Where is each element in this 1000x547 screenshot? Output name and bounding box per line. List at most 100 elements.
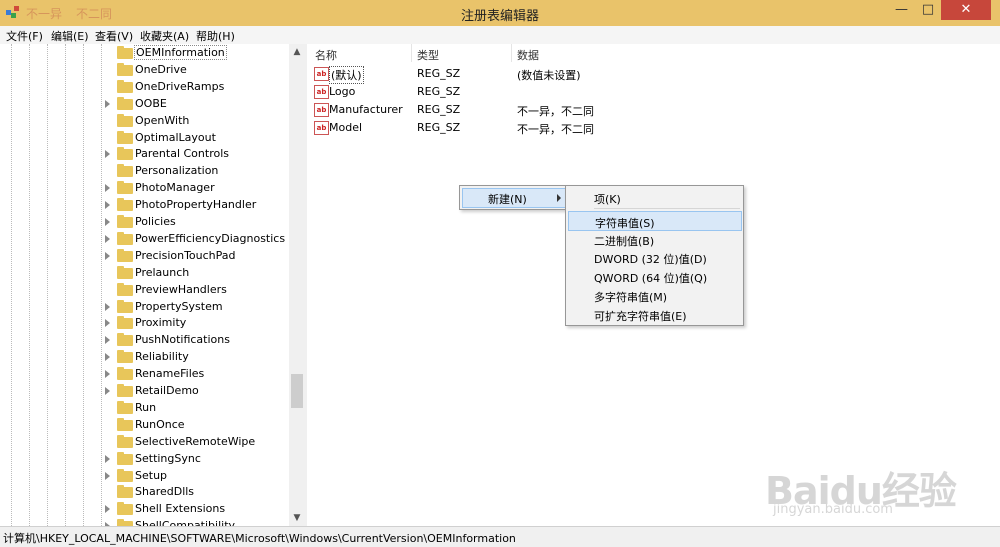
tree-item[interactable]: RenameFiles (105, 366, 289, 383)
expand-arrow-icon[interactable] (105, 370, 110, 379)
registry-tree[interactable]: OEMInformation OneDrive OneDriveRamps OOBE O… (0, 44, 290, 526)
tree-item-label: OOBE (135, 96, 167, 110)
expand-arrow-icon[interactable] (105, 218, 110, 226)
tree-item[interactable]: Prelaunch (105, 265, 289, 282)
tree-item[interactable]: OneDrive (105, 62, 289, 79)
expand-arrow-icon[interactable] (105, 99, 110, 108)
tree-item[interactable]: RunOnce (105, 417, 289, 434)
column-separator[interactable] (511, 44, 512, 62)
tree-item[interactable]: Personalization (105, 163, 289, 180)
expand-arrow-icon[interactable] (105, 387, 110, 395)
value-row[interactable]: ab Model REG_SZ 不一异，不二同 (307, 119, 1000, 136)
expand-arrow-icon[interactable] (105, 353, 110, 362)
tree-item[interactable]: PrecisionTouchPad (105, 248, 289, 265)
submenu-item[interactable]: 字符串值(S) (568, 211, 742, 231)
tree-scrollbar[interactable]: ▲ ▼ (289, 44, 305, 526)
folder-icon (117, 400, 133, 414)
tree-item[interactable]: PhotoManager (105, 180, 289, 197)
value-row[interactable]: ab Manufacturer REG_SZ 不一异，不二同 (307, 101, 1000, 118)
expand-arrow-icon[interactable] (105, 201, 110, 210)
expand-arrow-icon[interactable] (105, 302, 110, 311)
tree-item[interactable]: SelectiveRemoteWipe (105, 434, 289, 451)
submenu-item[interactable]: 可扩充字符串值(E) (568, 305, 740, 323)
tree-item[interactable]: OOBE (105, 96, 289, 113)
folder-icon (117, 333, 133, 347)
value-name: (默认) (329, 66, 364, 84)
submenu-item[interactable]: DWORD (32 位)值(D) (568, 248, 740, 266)
tree-item[interactable]: PreviewHandlers (105, 282, 289, 299)
scroll-down-arrow-icon[interactable]: ▼ (289, 510, 305, 526)
expand-arrow-icon[interactable] (105, 319, 110, 328)
tree-item[interactable]: Setup (105, 468, 289, 485)
value-name: Manufacturer (329, 103, 403, 116)
string-value-icon: ab (314, 103, 329, 117)
tree-item[interactable]: OEMInformation (105, 45, 289, 62)
tree-item[interactable]: OptimalLayout (105, 130, 289, 147)
expand-arrow-icon[interactable] (105, 251, 110, 260)
value-row[interactable]: ab (默认) REG_SZ (数值未设置) (307, 65, 1000, 84)
scroll-up-arrow-icon[interactable]: ▲ (289, 44, 305, 60)
status-path: 计算机\HKEY_LOCAL_MACHINE\SOFTWARE\Microsof… (3, 532, 516, 545)
menu-view[interactable]: 查看(V) (95, 28, 133, 44)
expand-arrow-icon[interactable] (105, 150, 110, 159)
tree-item-label: ShellCompatibility (135, 519, 236, 526)
minimize-button[interactable]: — (888, 0, 915, 20)
expand-arrow-icon[interactable] (105, 234, 110, 243)
tree-item[interactable]: PushNotifications (105, 332, 289, 349)
tree-guide-line (101, 44, 102, 526)
menu-favorites[interactable]: 收藏夹(A) (140, 28, 189, 44)
tree-item[interactable]: PowerEfficiencyDiagnostics (105, 231, 289, 248)
tree-item-label: Reliability (135, 350, 189, 364)
scroll-thumb[interactable] (291, 374, 303, 408)
tree-item-label: RetailDemo (135, 384, 199, 397)
menu-edit[interactable]: 编辑(E) (51, 28, 89, 44)
value-data: 不一异，不二同 (517, 123, 594, 136)
tree-item-label: Proximity (135, 316, 187, 330)
context-menu: 新建(N) (459, 185, 567, 210)
folder-icon (117, 130, 133, 144)
tree-item[interactable]: PropertySystem (105, 299, 289, 316)
column-separator[interactable] (411, 44, 412, 62)
string-value-icon: ab (314, 67, 329, 81)
menu-help[interactable]: 帮助(H) (196, 28, 235, 44)
tree-item[interactable]: SettingSync (105, 451, 289, 468)
tree-item[interactable]: Shell Extensions (105, 501, 289, 518)
tree-item[interactable]: ShellCompatibility (105, 518, 289, 526)
new-submenu: 项(K) 字符串值(S) 二进制值(B) DWORD (32 位)值(D) QWORD… (565, 185, 744, 326)
expand-arrow-icon[interactable] (105, 471, 110, 480)
menu-file[interactable]: 文件(F) (6, 28, 43, 44)
tree-item-label: PhotoPropertyHandler (135, 198, 257, 212)
column-header-data[interactable]: 数据 (517, 47, 539, 63)
tree-item[interactable]: SharedDlls (105, 484, 289, 501)
column-header-type[interactable]: 类型 (417, 47, 439, 63)
tree-item[interactable]: OpenWith (105, 113, 289, 130)
tree-item[interactable]: Proximity (105, 315, 289, 332)
tree-item[interactable]: PhotoPropertyHandler (105, 197, 289, 214)
tree-item[interactable]: Reliability (105, 349, 289, 366)
tree-guide-line (11, 44, 12, 526)
tree-item[interactable]: OneDriveRamps (105, 79, 289, 96)
folder-icon (117, 96, 133, 110)
expand-arrow-icon[interactable] (105, 505, 110, 514)
tree-item[interactable]: RetailDemo (105, 383, 289, 400)
column-header-name[interactable]: 名称 (315, 47, 337, 63)
value-row[interactable]: ab Logo REG_SZ (307, 83, 1000, 100)
folder-icon (117, 282, 133, 296)
maximize-button[interactable]: □ (915, 0, 941, 20)
tree-item[interactable]: Parental Controls (105, 146, 289, 163)
submenu-item[interactable]: 多字符串值(M) (568, 286, 740, 304)
submenu-item-key[interactable]: 项(K) (568, 188, 740, 206)
folder-icon (117, 502, 133, 516)
context-menu-new[interactable]: 新建(N) (462, 188, 566, 208)
submenu-item[interactable]: QWORD (64 位)值(Q) (568, 267, 740, 285)
tree-item-label: Parental Controls (135, 147, 229, 161)
expand-arrow-icon[interactable] (105, 184, 110, 193)
tree-guide-line (29, 44, 30, 526)
tree-item[interactable]: Run (105, 400, 289, 417)
close-button[interactable]: ✕ (941, 0, 991, 20)
submenu-item[interactable]: 二进制值(B) (568, 230, 740, 248)
expand-arrow-icon[interactable] (105, 454, 110, 463)
expand-arrow-icon[interactable] (105, 336, 110, 345)
tree-item-label: Personalization (135, 164, 219, 178)
tree-item[interactable]: Policies (105, 214, 289, 231)
